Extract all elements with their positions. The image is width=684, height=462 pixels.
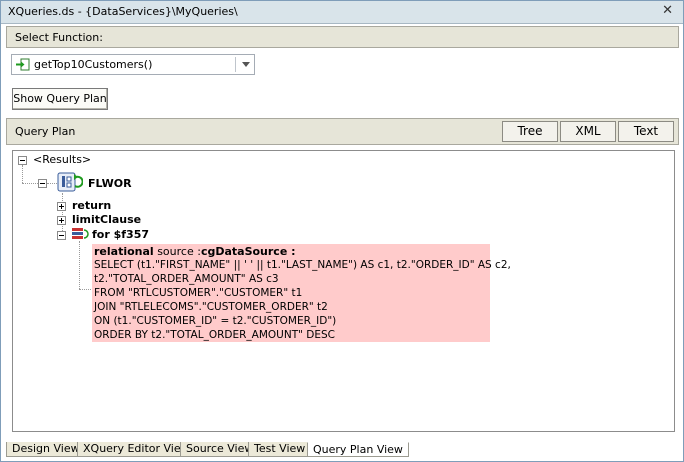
tab-test-view[interactable]: Test View: [248, 442, 312, 457]
function-select-value: getTop10Customers(): [34, 58, 153, 71]
collapse-icon[interactable]: [18, 156, 27, 165]
expand-icon[interactable]: [57, 202, 66, 211]
tree-line: [62, 193, 63, 235]
relational-keyword: relational: [94, 245, 154, 258]
tab-xquery-editor-view[interactable]: XQuery Editor View: [77, 442, 196, 457]
sql-line: ON (t1."CUSTOMER_ID" = t2."CUSTOMER_ID"): [94, 315, 337, 327]
tree-line: [22, 183, 38, 184]
for-clause-icon: [72, 228, 89, 239]
tree-line: [47, 183, 57, 184]
function-select[interactable]: getTop10Customers(): [11, 54, 255, 75]
tree-line: [79, 289, 91, 290]
collapse-icon[interactable]: [57, 231, 66, 240]
sql-line: ORDER BY t2."TOTAL_ORDER_AMOUNT" DESC: [94, 329, 335, 341]
expand-icon[interactable]: [57, 216, 66, 225]
query-plan-label: Query Plan: [15, 125, 76, 138]
tree-line: [22, 165, 23, 183]
flwor-node[interactable]: FLWOR: [88, 177, 132, 190]
show-query-plan-button[interactable]: Show Query Plan: [12, 88, 108, 110]
sql-source-block[interactable]: relational source :cgDataSource : SELECT…: [92, 244, 511, 342]
sql-line: SELECT (t1."FIRST_NAME" || ' ' || t1."LA…: [94, 259, 511, 271]
view-tabs: Design View XQuery Editor View Source Vi…: [6, 442, 679, 458]
tree-view-button[interactable]: Tree: [502, 121, 558, 142]
tab-design-view[interactable]: Design View: [6, 442, 86, 457]
title-bar: XQueries.ds - {DataServices}\MyQueries\ …: [1, 1, 683, 24]
xml-view-button[interactable]: XML: [560, 121, 616, 142]
for-node[interactable]: for $f357: [92, 228, 149, 241]
source-header: relational source :cgDataSource :: [94, 245, 296, 258]
chevron-down-icon[interactable]: [242, 62, 250, 67]
tab-query-plan-view[interactable]: Query Plan View: [307, 442, 409, 457]
tree-line: [79, 241, 80, 289]
source-name: cgDataSource :: [200, 245, 296, 258]
query-plan-tree[interactable]: <Results> FLWOR return limitClause for $…: [12, 150, 675, 432]
close-icon[interactable]: ✕: [662, 3, 673, 18]
function-icon: [16, 58, 30, 71]
source-text: source :: [157, 245, 201, 258]
flwor-icon: [57, 172, 83, 192]
window-title: XQueries.ds - {DataServices}\MyQueries\: [8, 5, 238, 18]
results-node[interactable]: <Results>: [33, 153, 91, 166]
text-view-button[interactable]: Text: [618, 121, 674, 142]
combo-separator: [235, 57, 236, 72]
sql-line: JOIN "RTLELECOMS"."CUSTOMER_ORDER" t2: [94, 301, 328, 313]
editor-window: XQueries.ds - {DataServices}\MyQueries\ …: [0, 0, 684, 462]
sql-line: t2."TOTAL_ORDER_AMOUNT" AS c3: [94, 273, 279, 285]
return-node[interactable]: return: [72, 199, 111, 212]
sql-line: FROM "RTLCUSTOMER"."CUSTOMER" t1: [94, 287, 303, 299]
select-function-header: Select Function:: [6, 26, 679, 48]
limit-clause-node[interactable]: limitClause: [72, 213, 141, 226]
collapse-icon[interactable]: [38, 179, 47, 188]
select-function-label: Select Function:: [15, 31, 103, 44]
